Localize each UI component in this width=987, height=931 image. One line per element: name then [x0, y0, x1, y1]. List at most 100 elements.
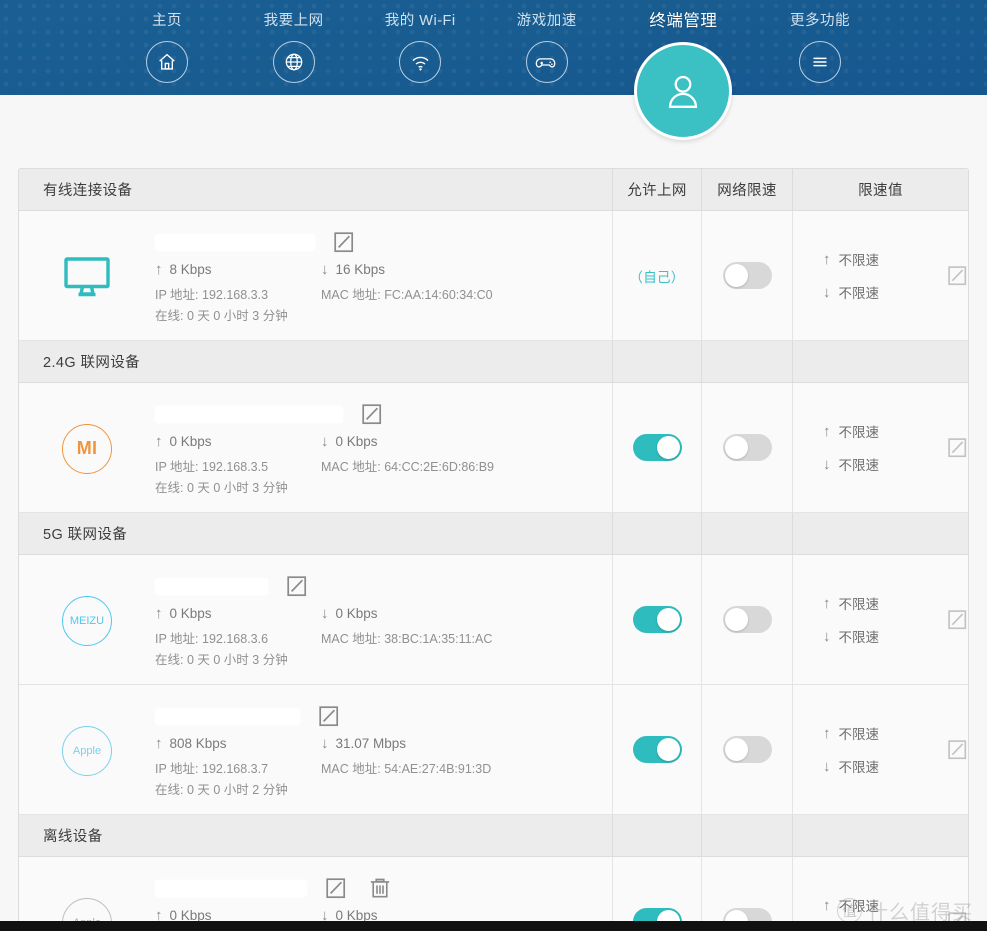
device-mac-label: MAC 地址: [321, 460, 381, 474]
download-speed-value: 16 Kbps [335, 262, 386, 277]
limit-value-cell: ↑ 不限速 ↓ 不限速 [792, 383, 968, 512]
device-ip: IP 地址: 192.168.3.5 [155, 458, 321, 477]
limit-upload: ↑ 不限速 [823, 421, 935, 441]
trash-icon[interactable] [369, 876, 391, 900]
edit-limit-icon[interactable] [947, 738, 968, 761]
monitor-icon [64, 256, 110, 297]
network-limit-toggle[interactable] [722, 262, 772, 289]
download-speed: ↓ 16 Kbps [321, 261, 385, 279]
device-online-label: 在线: [155, 653, 184, 667]
column-header-allow: 允许上网 [612, 341, 701, 382]
device-row: ↑ 8 Kbps ↓ 16 Kbps IP 地址: 192.168.3.3 MAC 地址:… [19, 211, 968, 341]
limit-value-cell: ↑ 不限速 ↓ 不限速 [792, 211, 968, 340]
device-row: MEIZU ↑ 0 Kbps ↓ 0 Kbps IP 地址: 192.168.3.6 MAC… [19, 555, 968, 685]
device-name-redacted [155, 405, 343, 423]
device-details: ↑ 0 Kbps ↓ 0 Kbps IP 地址: 192.168.3.6 MAC 地址: … [155, 571, 612, 670]
limit-upload-value: 不限速 [838, 425, 880, 440]
globe-icon[interactable] [272, 41, 315, 83]
upload-speed: ↑ 0 Kbps [155, 605, 321, 623]
allow-internet-cell [612, 383, 701, 512]
device-online-duration: 在线: 0 天 0 小时 3 分钟 [155, 479, 602, 498]
limit-upload: ↑ 不限速 [823, 249, 935, 269]
limit-download: ↓ 不限速 [823, 756, 935, 776]
device-ip-value: 192.168.3.3 [202, 288, 269, 302]
edit-limit-icon[interactable] [947, 264, 968, 287]
device-row: Apple ↑ 808 Kbps ↓ 31.07 Mbps IP 地址: 192.168.… [19, 685, 968, 815]
device-name-redacted [155, 879, 307, 897]
device-online-value: 0 天 0 小时 3 分钟 [186, 309, 288, 323]
column-header-limit: 网络限速 [701, 341, 792, 382]
edit-limit-icon[interactable] [947, 608, 968, 631]
device-address-line: IP 地址: 192.168.3.7 MAC 地址: 54:AE:27:4B:91… [155, 760, 602, 779]
nav-active-bubble[interactable] [634, 42, 733, 140]
edit-limit-icon[interactable] [947, 436, 968, 459]
allow-internet-toggle[interactable] [632, 434, 682, 461]
allow-internet-toggle[interactable] [632, 606, 682, 633]
device-mac-value: 64:CC:2E:6D:86:B9 [384, 460, 495, 474]
edit-icon[interactable] [333, 230, 355, 254]
nav-item-5[interactable]: 终端管理 [618, 0, 748, 140]
nav-item-label: 我要上网 [263, 13, 324, 29]
nav-item-3[interactable]: 我的 Wi-Fi [365, 0, 475, 83]
network-limit-cell [701, 857, 792, 931]
limit-download-value: 不限速 [838, 458, 880, 473]
device-online-value: 0 天 0 小时 3 分钟 [186, 653, 288, 667]
network-limit-cell [701, 685, 792, 814]
limit-upload-value: 不限速 [838, 597, 880, 612]
arrow-up-icon: ↑ [155, 261, 163, 278]
device-speed-line: ↑ 0 Kbps ↓ 0 Kbps [155, 605, 602, 623]
network-limit-toggle[interactable] [722, 434, 772, 461]
device-mac: MAC 地址: 64:CC:2E:6D:86:B9 [321, 458, 494, 477]
arrow-down-icon: ↓ [321, 261, 329, 278]
nav-item-6[interactable]: 更多功能 [765, 0, 875, 83]
allow-internet-cell: （自己） [612, 211, 701, 340]
bottom-edge-strip [0, 921, 987, 931]
page-body: 有线连接设备 允许上网 网络限速 限速值 ↑ 8 Kbps ↓ 16 Kbps IP 地址: 1… [0, 95, 987, 931]
column-header-value: 限速值 [792, 169, 968, 210]
device-name-redacted [155, 233, 315, 251]
nav-item-4[interactable]: 游戏加速 [492, 0, 602, 83]
device-mac-label: MAC 地址: [321, 632, 381, 646]
device-mac-value: 54:AE:27:4B:91:3D [384, 762, 492, 776]
limit-download: ↓ 不限速 [823, 282, 935, 302]
nav-item-label: 主页 [152, 13, 182, 29]
device-name-line [155, 227, 602, 257]
device-ip-label: IP 地址: [155, 460, 199, 474]
nav-item-label: 终端管理 [649, 12, 718, 30]
device-address-line: IP 地址: 192.168.3.3 MAC 地址: FC:AA:14:60:34… [155, 286, 602, 305]
column-header-limit: 网络限速 [701, 169, 792, 210]
device-info-cell: Apple ↑ 808 Kbps ↓ 31.07 Mbps IP 地址: 192.168.… [19, 685, 612, 814]
edit-icon[interactable] [286, 574, 308, 598]
network-limit-toggle[interactable] [722, 736, 772, 763]
device-logo-cell: MEIZU [19, 571, 155, 670]
menu-icon[interactable] [798, 41, 841, 83]
upload-speed-value: 808 Kbps [169, 736, 227, 751]
nav-item-1[interactable]: 主页 [112, 0, 222, 83]
device-name-actions [333, 230, 355, 254]
device-info-cell: MEIZU ↑ 0 Kbps ↓ 0 Kbps IP 地址: 192.168.3.6 MAC… [19, 555, 612, 684]
allow-internet-toggle[interactable] [632, 736, 682, 763]
section-title: 有线连接设备 [43, 183, 133, 199]
device-online-duration: 在线: 0 天 0 小时 3 分钟 [155, 651, 602, 670]
column-header-limit-text: 网络限速 [717, 183, 777, 199]
device-logo-cell: MI [19, 399, 155, 498]
network-limit-toggle[interactable] [722, 606, 772, 633]
limit-download: ↓ 不限速 [823, 454, 935, 474]
edit-icon[interactable] [361, 402, 383, 426]
edit-icon[interactable] [325, 876, 347, 900]
wifi-icon[interactable] [399, 41, 442, 83]
device-online-label: 在线: [155, 783, 184, 797]
nav-item-2[interactable]: 我要上网 [239, 0, 349, 83]
device-ip-label: IP 地址: [155, 288, 199, 302]
edit-icon[interactable] [318, 704, 340, 728]
home-icon[interactable] [146, 41, 188, 83]
device-mac-label: MAC 地址: [321, 288, 381, 302]
device-online-label: 在线: [155, 481, 184, 495]
limit-download-value: 不限速 [838, 286, 880, 301]
limit-upload: ↑ 不限速 [823, 895, 935, 915]
gamepad-icon[interactable] [525, 41, 568, 83]
device-details: ↑ 8 Kbps ↓ 16 Kbps IP 地址: 192.168.3.3 MAC 地址:… [155, 227, 612, 326]
device-mac: MAC 地址: 38:BC:1A:35:11:AC [321, 630, 492, 649]
arrow-up-icon: ↑ [823, 422, 831, 440]
upload-speed: ↑ 808 Kbps [155, 735, 321, 753]
